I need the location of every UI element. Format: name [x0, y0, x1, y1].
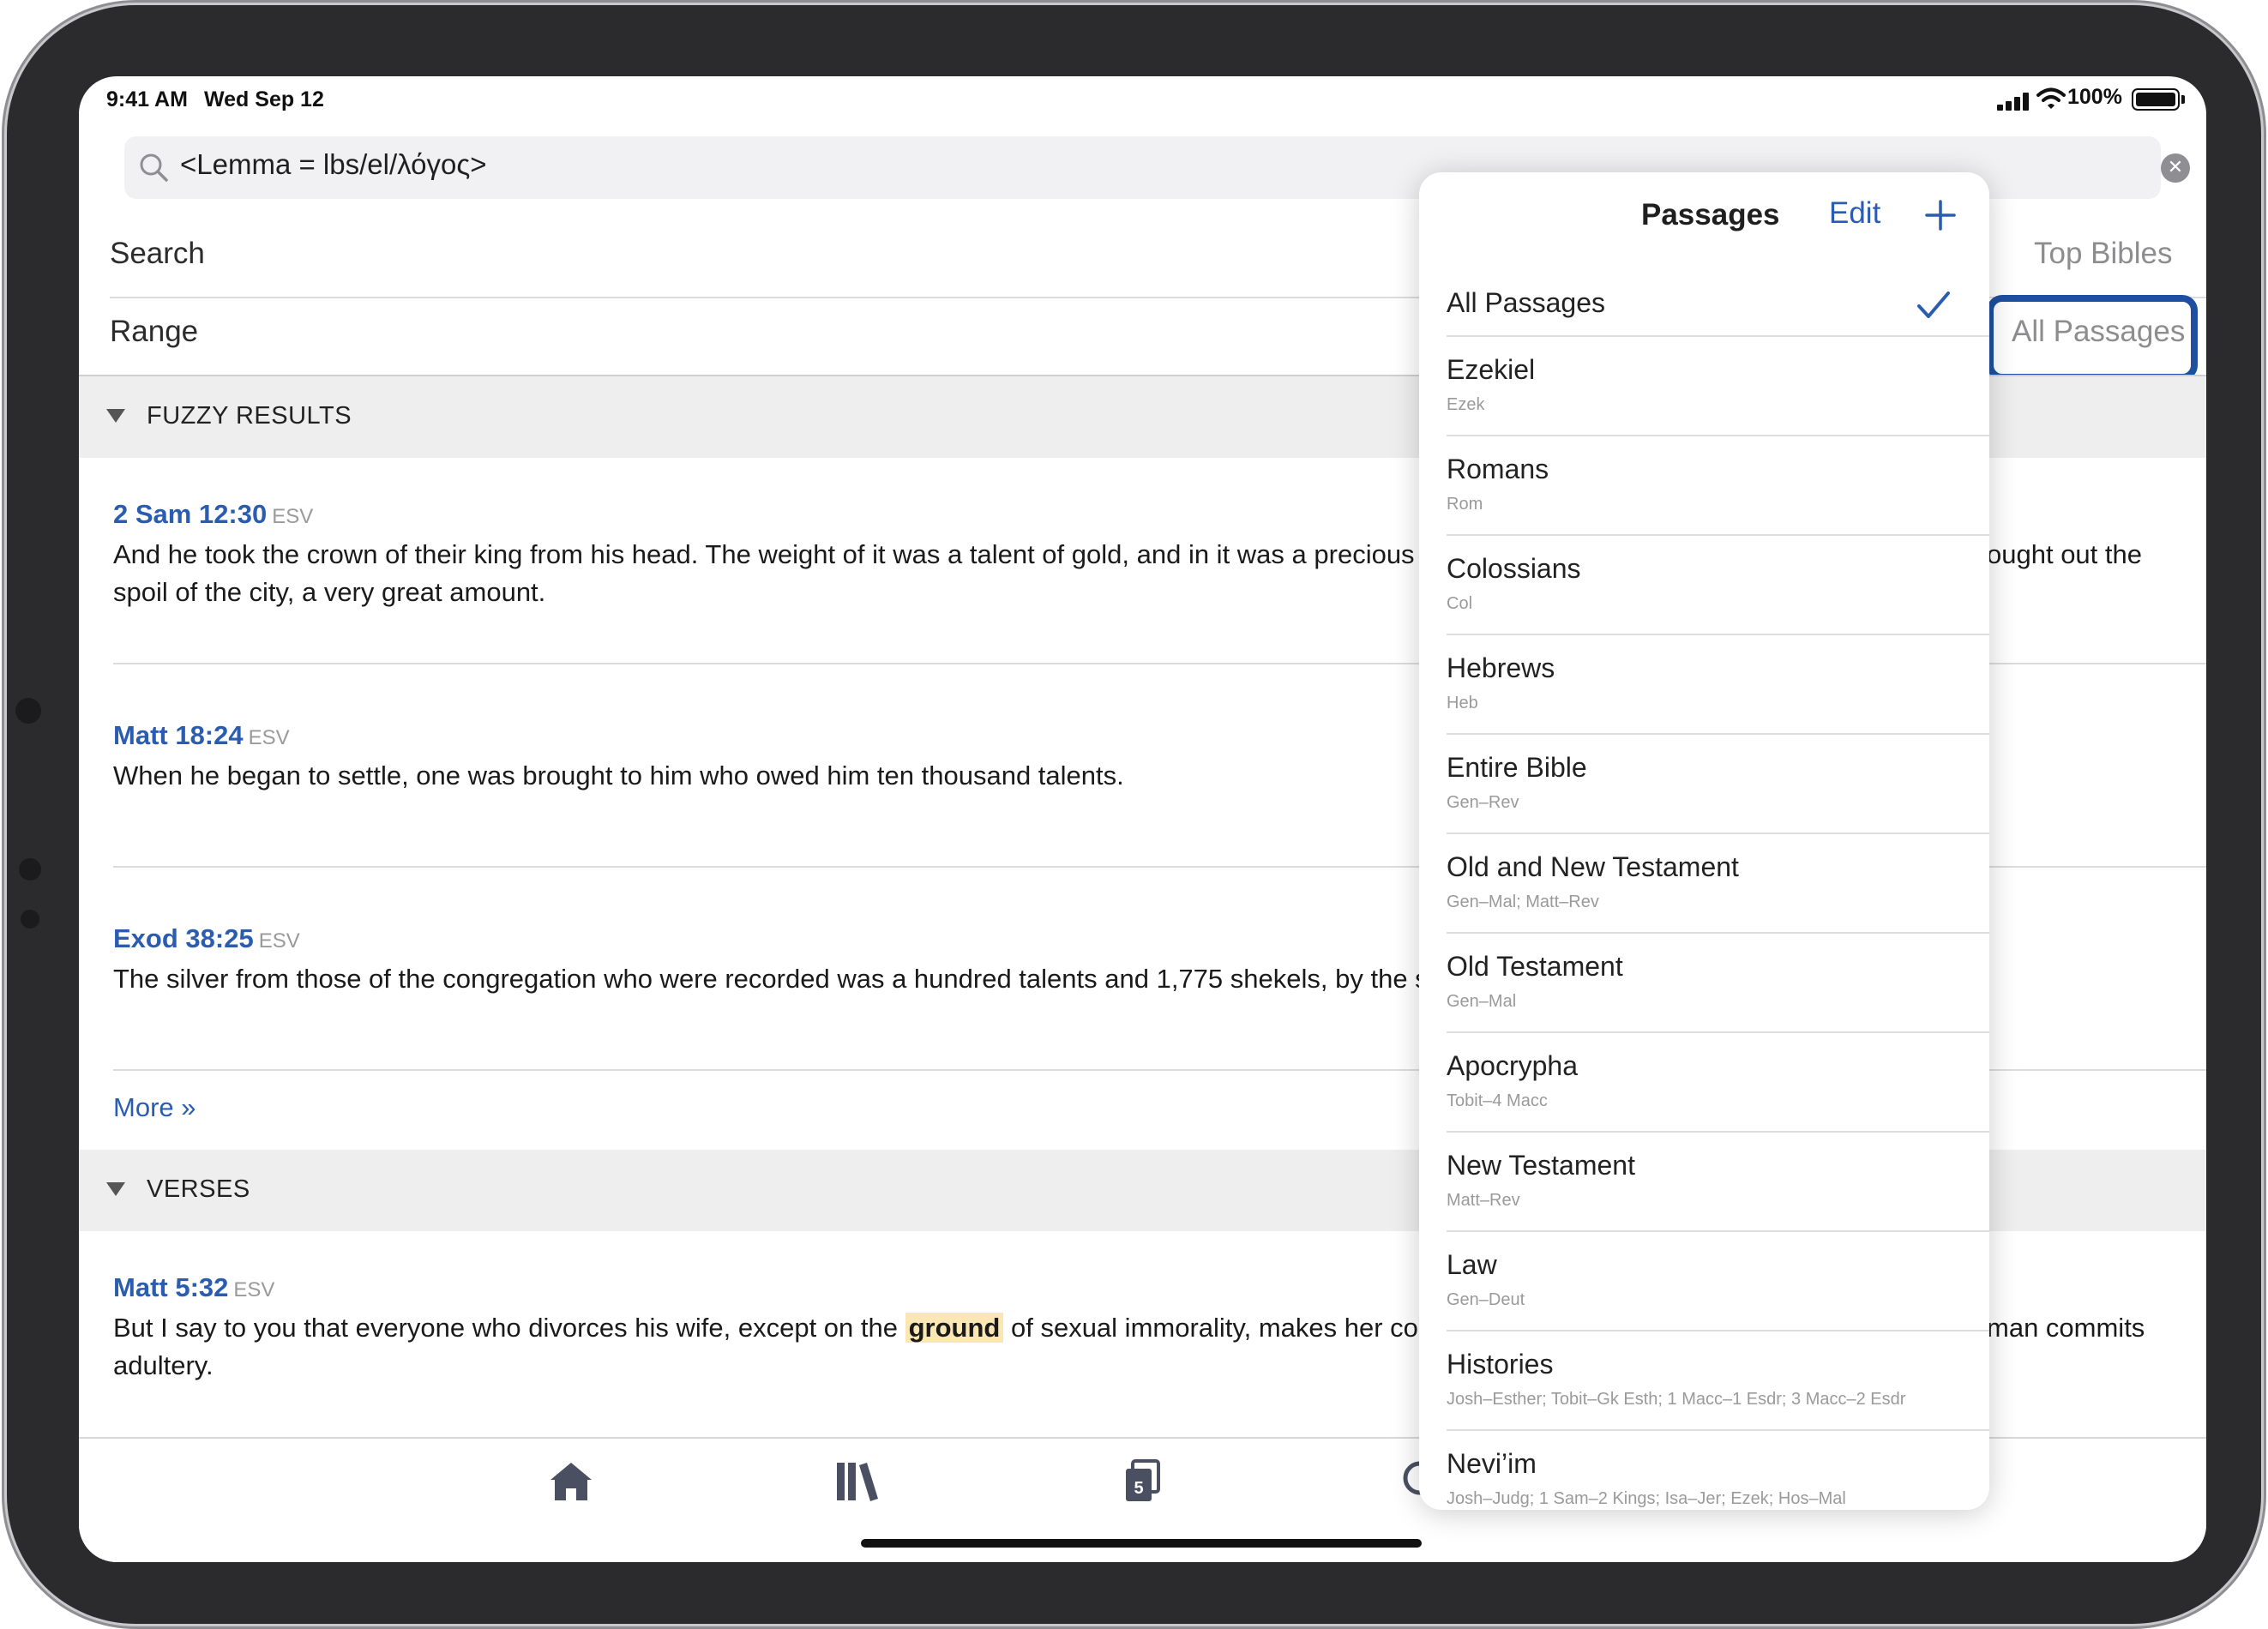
- passage-item-old-testament[interactable]: Old Testament Gen–Mal: [1419, 934, 1989, 1033]
- passage-name: Apocrypha: [1447, 1050, 1578, 1081]
- passage-item-entire-bible[interactable]: Entire Bible Gen–Rev: [1419, 735, 1989, 834]
- passage-name: Nevi’im: [1447, 1448, 1537, 1479]
- wifi-icon: [2036, 87, 2066, 109]
- side-sensor: [15, 698, 41, 724]
- result-text-tail: man commits: [1987, 1313, 2145, 1343]
- home-indicator[interactable]: [861, 1539, 1422, 1548]
- result-text-tail: ought out the: [1987, 539, 2142, 569]
- result-reference[interactable]: 2 Sam 12:30 ESV: [113, 499, 313, 530]
- cellular-signal-icon: [1997, 92, 2031, 111]
- passage-item-neviim[interactable]: Nevi’im Josh–Judg; 1 Sam–2 Kings; Isa–Je…: [1419, 1431, 1989, 1510]
- result-reference[interactable]: Exod 38:25 ESV: [113, 923, 300, 954]
- passage-range: Josh–Esther; Tobit–Gk Esth; 1 Macc–1 Esd…: [1447, 1390, 1906, 1409]
- passage-range: Gen–Mal: [1447, 992, 1517, 1011]
- passage-item-colossians[interactable]: Colossians Col: [1419, 536, 1989, 635]
- status-bar: 9:41 AM Wed Sep 12 100%: [79, 76, 2206, 128]
- side-sensor: [19, 858, 41, 881]
- passage-name: Ezekiel: [1447, 354, 1536, 385]
- passage-name: Hebrews: [1447, 652, 1555, 683]
- passage-item-old-and-new-testament[interactable]: Old and New Testament Gen–Mal; Matt–Rev: [1419, 834, 1989, 934]
- passage-range: Josh–Judg; 1 Sam–2 Kings; Isa–Jer; Ezek;…: [1447, 1489, 1846, 1508]
- passage-name: Law: [1447, 1249, 1497, 1280]
- passage-name: Old and New Testament: [1447, 851, 1739, 882]
- passage-range: Gen–Mal; Matt–Rev: [1447, 893, 1599, 911]
- passage-name: New Testament: [1447, 1150, 1635, 1181]
- collapse-triangle-icon: [106, 409, 125, 423]
- more-results-link[interactable]: More »: [113, 1092, 196, 1123]
- passage-range: Col: [1447, 594, 1473, 613]
- status-time: 9:41 AM: [106, 87, 188, 111]
- battery-percent: 100%: [2067, 85, 2122, 109]
- passage-range: Rom: [1447, 495, 1483, 514]
- passage-item-all-passages[interactable]: All Passages: [1419, 267, 1989, 337]
- passage-range: Heb: [1447, 694, 1478, 712]
- add-icon[interactable]: [1925, 200, 1956, 231]
- verses-title: VERSES: [147, 1175, 250, 1203]
- range-value-highlight: [1987, 295, 2198, 381]
- passage-range: Tobit–4 Macc: [1447, 1091, 1548, 1110]
- library-icon[interactable]: [833, 1458, 881, 1506]
- passage-range: Gen–Deut: [1447, 1290, 1525, 1309]
- checkmark-icon: [1917, 292, 1950, 318]
- edit-button[interactable]: Edit: [1829, 196, 1880, 231]
- battery-cap: [2181, 95, 2185, 104]
- ipad-frame: 9:41 AM Wed Sep 12 100% <Lemma = lbs/el/…: [7, 5, 2261, 1624]
- passage-name: Entire Bible: [1447, 752, 1587, 783]
- passage-name: All Passages: [1447, 287, 1605, 318]
- passage-name: Romans: [1447, 454, 1549, 484]
- result-reference[interactable]: Matt 18:24 ESV: [113, 720, 290, 751]
- passage-name: Histories: [1447, 1349, 1554, 1380]
- passage-item-hebrews[interactable]: Hebrews Heb: [1419, 635, 1989, 735]
- result-version: ESV: [272, 505, 314, 528]
- documents-icon[interactable]: 5: [1118, 1458, 1166, 1506]
- passage-name: Colossians: [1447, 553, 1581, 584]
- home-icon[interactable]: [547, 1458, 595, 1506]
- screen: 9:41 AM Wed Sep 12 100% <Lemma = lbs/el/…: [79, 76, 2206, 1562]
- clear-search-icon[interactable]: ✕: [2161, 153, 2190, 183]
- search-scope-label: Search: [110, 237, 205, 270]
- passage-item-histories[interactable]: Histories Josh–Esther; Tobit–Gk Esth; 1 …: [1419, 1331, 1989, 1431]
- status-date: Wed Sep 12: [204, 87, 324, 111]
- passage-name: Old Testament: [1447, 951, 1623, 982]
- search-input[interactable]: <Lemma = lbs/el/λόγος>: [180, 148, 487, 181]
- passage-item-ezekiel[interactable]: Ezekiel Ezek: [1419, 337, 1989, 436]
- search-scope-value[interactable]: Top Bibles: [2034, 237, 2172, 271]
- documents-badge: 5: [1134, 1479, 1143, 1498]
- battery-icon: [2132, 88, 2180, 111]
- passage-range: Ezek: [1447, 395, 1485, 414]
- result-reference[interactable]: Matt 5:32 ESV: [113, 1272, 274, 1303]
- passage-item-romans[interactable]: Romans Rom: [1419, 436, 1989, 536]
- side-sensor: [21, 910, 39, 929]
- passage-item-new-testament[interactable]: New Testament Matt–Rev: [1419, 1133, 1989, 1232]
- passage-item-law[interactable]: Law Gen–Deut: [1419, 1232, 1989, 1331]
- popover-title: Passages: [1641, 198, 1780, 231]
- range-label: Range: [110, 315, 199, 348]
- result-version: ESV: [248, 726, 290, 749]
- highlighted-term: ground: [905, 1313, 1004, 1343]
- result-version: ESV: [233, 1278, 275, 1301]
- search-icon: [140, 153, 168, 182]
- result-version: ESV: [258, 929, 300, 953]
- fuzzy-results-title: FUZZY RESULTS: [147, 402, 352, 430]
- collapse-triangle-icon: [106, 1182, 125, 1196]
- passages-popover: Passages Edit All Passages Ezekiel Ezek …: [1419, 172, 1989, 1510]
- passage-item-apocrypha[interactable]: Apocrypha Tobit–4 Macc: [1419, 1033, 1989, 1133]
- passage-range: Matt–Rev: [1447, 1191, 1520, 1210]
- passage-range: Gen–Rev: [1447, 793, 1519, 812]
